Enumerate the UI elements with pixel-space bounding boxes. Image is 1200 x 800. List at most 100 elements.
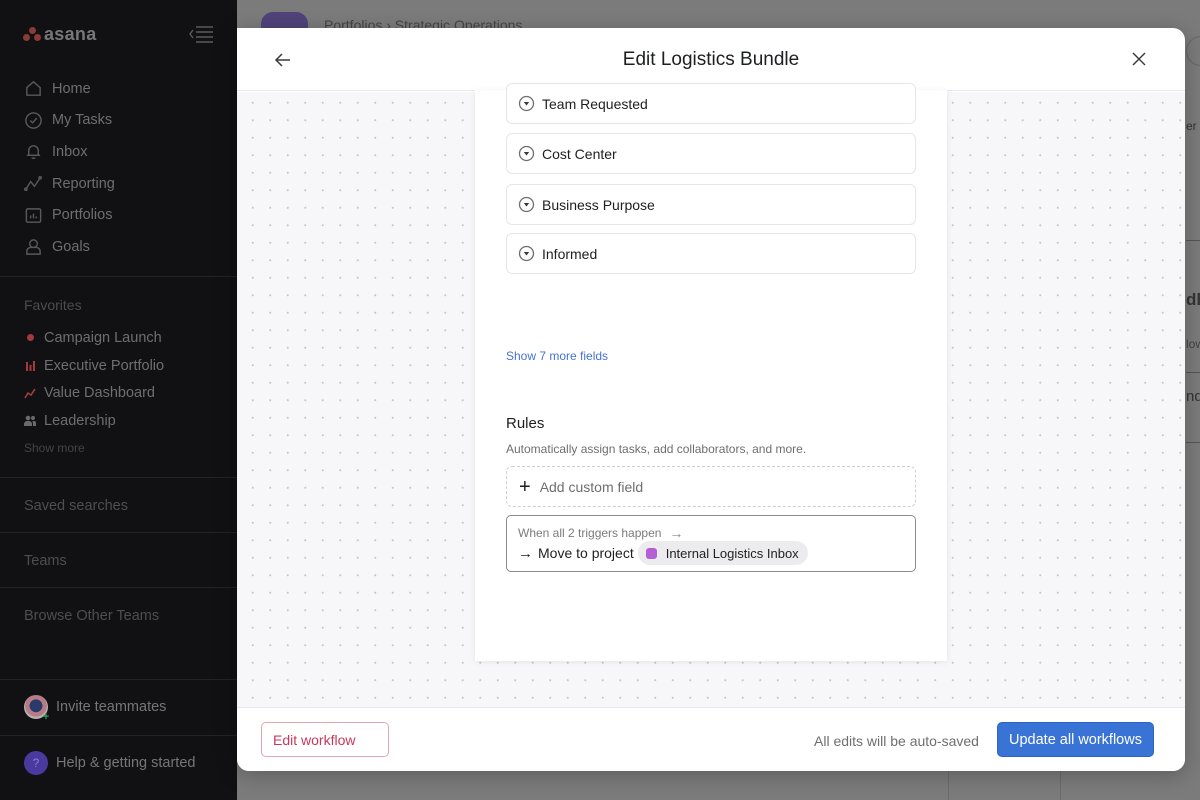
invite-teammates-button[interactable]: + Invite teammates [24,695,167,723]
rule-action-text: Move to project [538,545,634,561]
dropdown-circle-icon [518,95,535,112]
favorite-label: Campaign Launch [44,329,162,346]
sidebar-divider [0,276,237,277]
favorite-label: Leadership [44,412,116,429]
field-label: Business Purpose [542,196,655,213]
close-button[interactable] [1130,50,1148,68]
sidebar-item-label: My Tasks [52,112,113,129]
favorite-value-dashboard[interactable]: Value Dashboard [24,379,224,407]
sidebar: asana Home My Tasks Inbox Reporting Port… [0,0,237,800]
sidebar-item-portfolios[interactable]: Portfolios [0,199,237,231]
background-divider [1186,240,1200,241]
add-custom-field-button[interactable]: + Add custom field [506,466,916,507]
sidebar-divider [0,587,237,588]
favorites-title: Favorites [24,297,82,313]
field-label: Cost Center [542,145,617,162]
help-getting-started-button[interactable]: ? Help & getting started [24,751,195,775]
project-pill[interactable]: Internal Logistics Inbox [637,541,808,565]
collapse-sidebar-icon [189,26,213,43]
edit-bundle-modal: Edit Logistics Bundle Team Requested Cos… [237,28,1185,771]
goal-person-icon [26,239,41,256]
show-more-favorites-link[interactable]: Show more [24,441,85,455]
sidebar-item-home[interactable]: Home [0,73,237,105]
portfolio-folder-icon [25,207,42,223]
project-color-icon [645,547,657,559]
sidebar-item-label: Portfolios [52,207,113,224]
background-text-fragment: nd [1186,388,1200,405]
plus-icon: + [42,711,50,723]
project-name: Internal Logistics Inbox [665,545,799,561]
people-icon [24,415,36,427]
field-row-informed[interactable]: Informed [506,233,916,274]
background-divider [1186,442,1200,443]
sidebar-item-label: Home [52,80,91,97]
background-divider [948,770,949,800]
sidebar-item-label: Inbox [52,143,88,160]
check-circle-icon [25,112,42,129]
bar-chart-icon [24,360,36,372]
favorite-label: Executive Portfolio [44,357,165,374]
rule-trigger: When all 2 triggers happen → [518,525,683,541]
logo-text: asana [44,24,97,44]
browse-other-teams-link[interactable]: Browse Other Teams [24,608,159,624]
avatar: + [24,695,50,723]
field-row-team-requested[interactable]: Team Requested [506,83,916,124]
favorite-leadership[interactable]: Leadership [24,407,224,435]
field-row-cost-center[interactable]: Cost Center [506,133,916,174]
favorite-campaign-launch[interactable]: Campaign Launch [24,324,224,352]
teams-link[interactable]: Teams [24,553,67,569]
sidebar-item-reporting[interactable]: Reporting [0,168,237,200]
modal-title: Edit Logistics Bundle [622,49,800,70]
dropdown-circle-icon [518,145,535,162]
modal-footer: Edit workflow All edits will be auto-sav… [237,707,1185,771]
sidebar-divider [0,477,237,478]
saved-searches-link[interactable]: Saved searches [24,498,128,514]
edit-workflow-button[interactable]: Edit workflow [261,722,389,757]
plus-icon: + [519,475,531,498]
favorites-list: Campaign Launch Executive Portfolio Valu… [24,324,224,435]
rules-heading: Rules [506,415,545,432]
bundle-card: Team Requested Cost Center Business Purp… [475,83,947,661]
asana-logo-icon [23,26,41,43]
home-icon [26,81,41,97]
sidebar-item-my-tasks[interactable]: My Tasks [0,105,237,137]
sidebar-item-label: Goals [52,238,90,255]
update-all-workflows-button[interactable]: Update all workflows [997,722,1154,757]
arrow-right-icon: → [518,544,533,562]
rule-action: → Move to project Internal Logistics Inb… [518,541,808,565]
project-dot-icon [24,332,36,344]
trend-line-icon [24,176,43,192]
rule-trigger-text: When all 2 triggers happen [518,526,662,540]
background-text-fragment: dle [1186,290,1200,309]
line-chart-icon [24,387,36,399]
sidebar-divider [0,679,237,680]
show-more-fields-link[interactable]: Show 7 more fields [506,349,608,363]
background-divider [1186,372,1200,373]
field-row-business-purpose[interactable]: Business Purpose [506,184,916,225]
sidebar-divider [0,735,237,736]
arrow-right-icon: → [669,525,684,541]
background-text-fragment: low [1186,337,1200,351]
dropdown-circle-icon [518,196,535,213]
asana-logo[interactable]: asana [23,24,97,45]
field-label: Team Requested [542,95,648,112]
modal-body-canvas: Team Requested Cost Center Business Purp… [237,83,1185,707]
help-icon: ? [24,751,48,775]
close-icon [1132,52,1146,66]
help-label: Help & getting started [56,755,196,771]
favorite-label: Value Dashboard [44,385,155,402]
invite-label: Invite teammates [56,699,167,715]
add-field-label: Add custom field [539,478,644,495]
autosave-note: All edits will be auto-saved [814,733,979,749]
sidebar-item-label: Reporting [52,175,115,192]
sidebar-item-goals[interactable]: Goals [0,231,237,263]
bell-icon [26,145,41,160]
modal-header: Edit Logistics Bundle [237,28,1185,91]
background-text-fragment: er [1186,119,1197,133]
sidebar-nav: Home My Tasks Inbox Reporting Portfolios… [0,73,237,263]
sidebar-divider [0,532,237,533]
sidebar-item-inbox[interactable]: Inbox [0,136,237,168]
collapse-sidebar-button[interactable] [188,25,214,43]
favorite-executive-portfolio[interactable]: Executive Portfolio [24,352,224,380]
rule-card[interactable]: When all 2 triggers happen → → Move to p… [506,515,916,572]
